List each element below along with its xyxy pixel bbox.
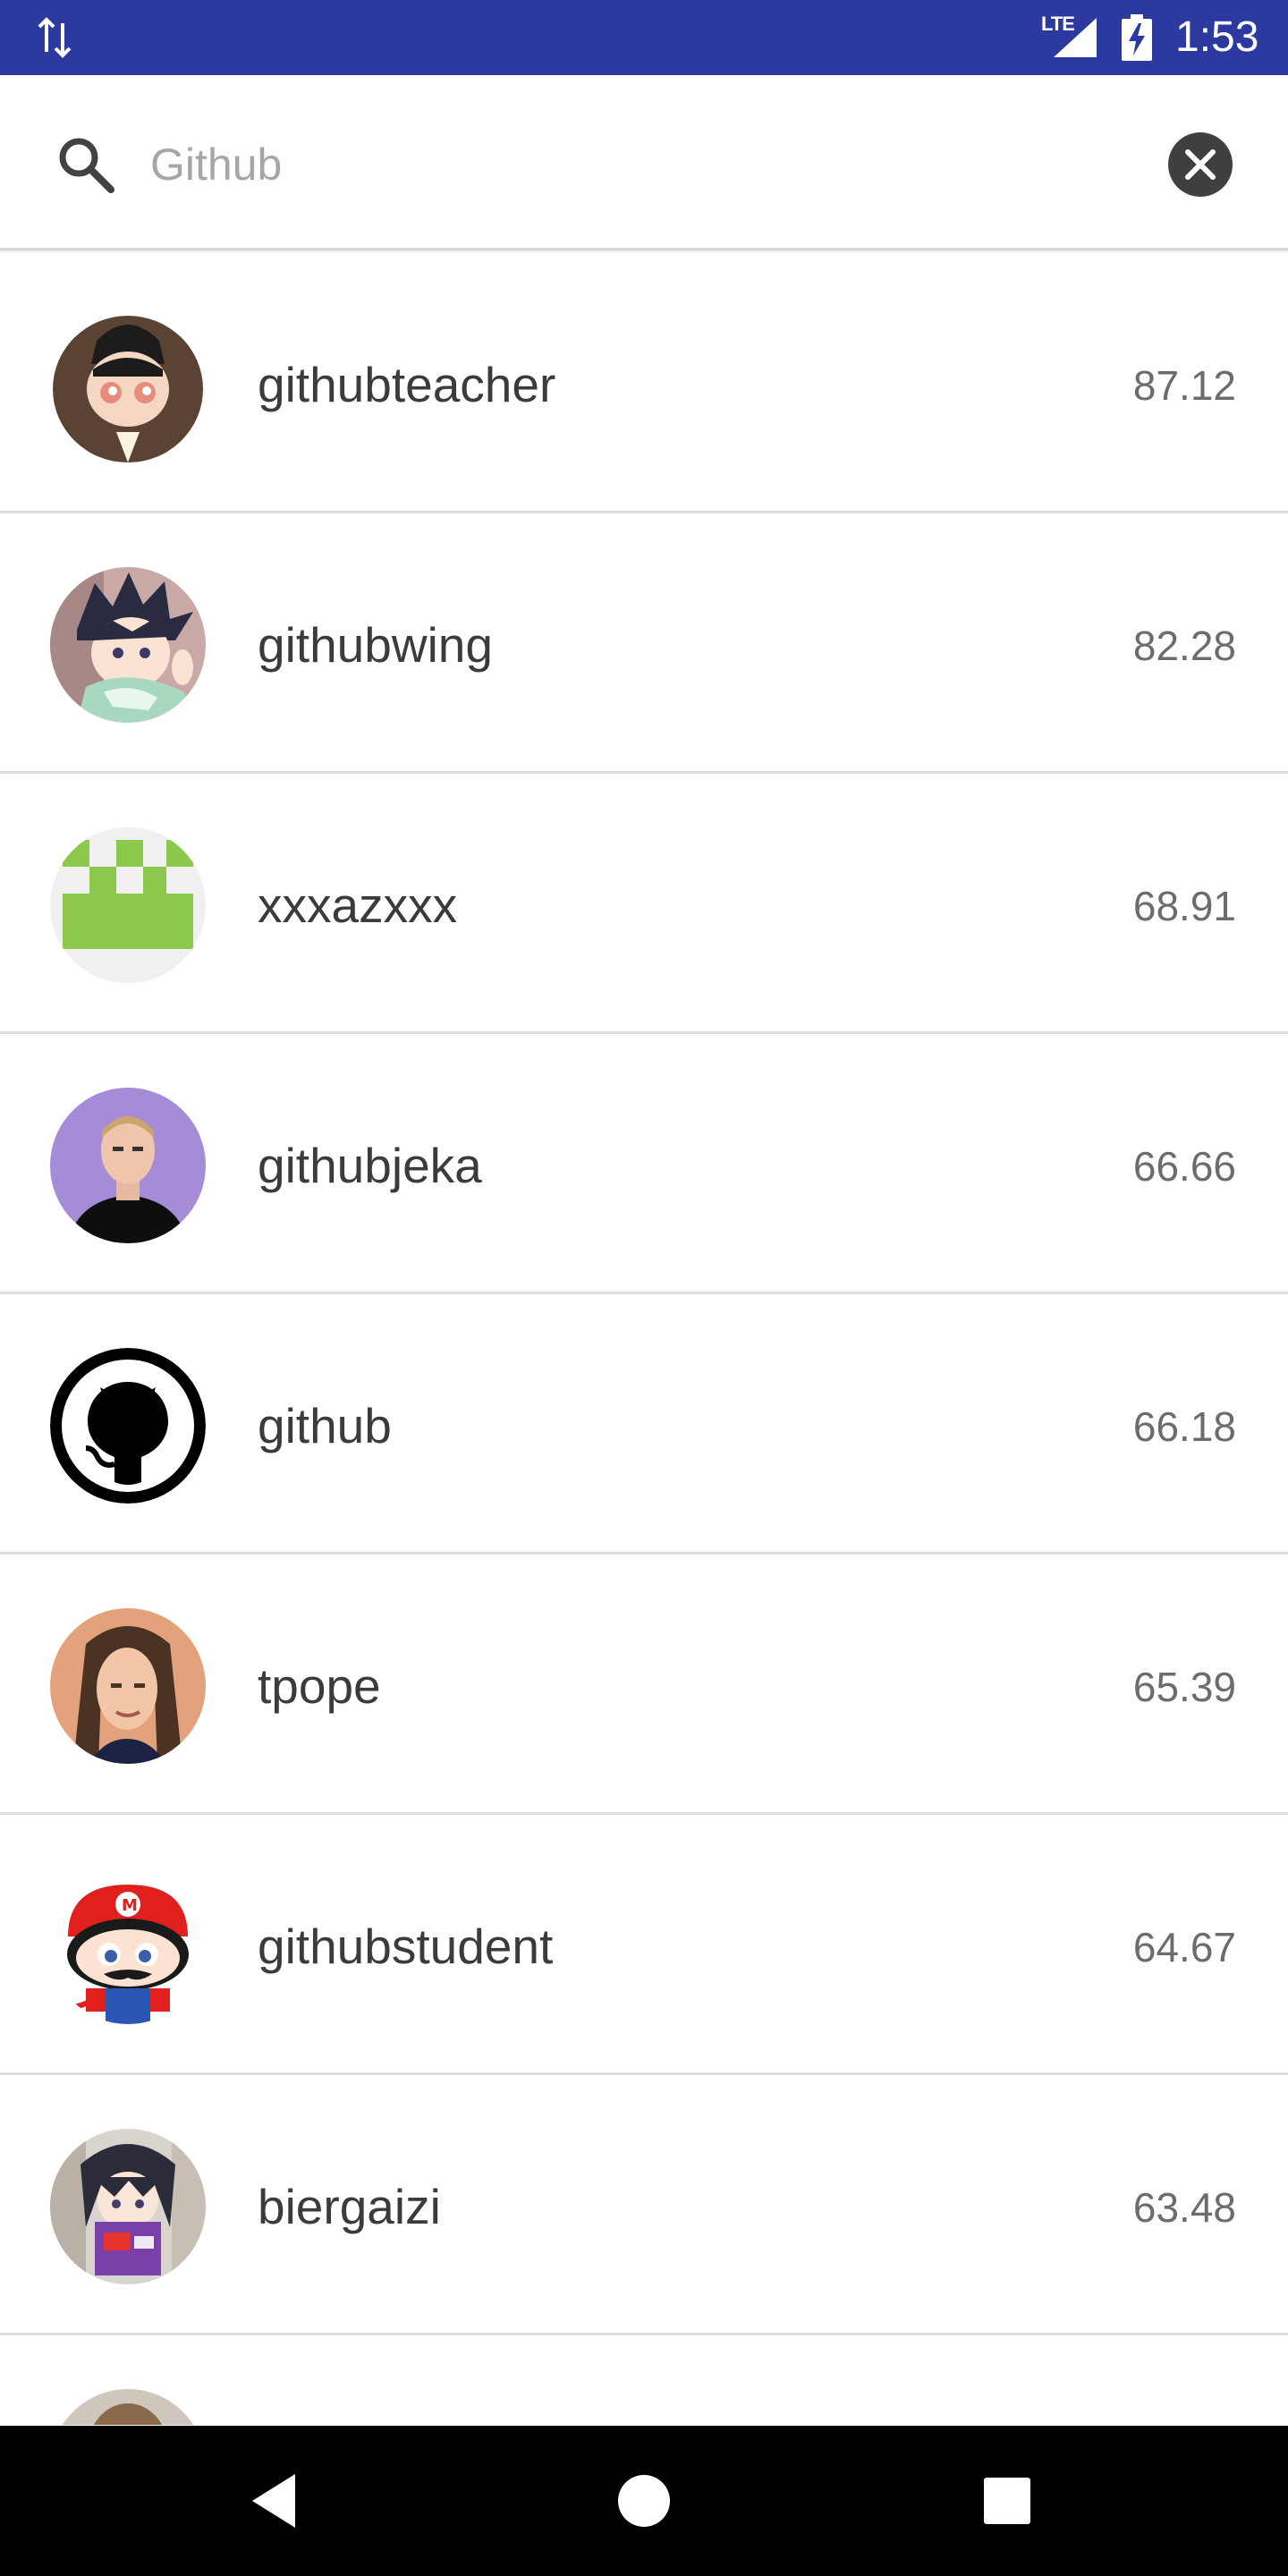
list-item[interactable]: githubwing 82.28 [0, 513, 1288, 774]
github-logo-avatar [50, 1348, 206, 1504]
username: github [258, 1398, 392, 1453]
app-screen: LTE 1:53 Github githubteacher 87.12 gith… [0, 0, 1288, 2576]
score: 63.48 [1132, 2184, 1236, 2231]
clear-icon [1185, 149, 1216, 180]
person-photo-avatar [50, 1088, 206, 1243]
list-item[interactable]: tpope 65.39 [0, 1555, 1288, 1815]
username: tpope [258, 1658, 381, 1714]
person-photo-avatar [50, 1608, 206, 1764]
list-item[interactable]: biergaizi 63.48 [0, 2075, 1288, 2335]
score: 66.66 [1132, 1143, 1236, 1190]
battery-charging-icon [1122, 14, 1152, 61]
username: githubteacher [258, 357, 556, 412]
list-item[interactable] [0, 2335, 1288, 2425]
score: 65.39 [1132, 1664, 1236, 1710]
clear-search-button[interactable] [1168, 132, 1233, 197]
back-icon [252, 2474, 295, 2528]
username: xxxazxxx [258, 877, 458, 933]
person-photo-avatar [50, 2389, 206, 2425]
octocat-mario-avatar: M [50, 1868, 206, 2024]
identicon-avatar [50, 827, 206, 983]
list-item[interactable]: M githubstudent 64.67 [0, 1815, 1288, 2075]
list-item[interactable]: github 66.18 [0, 1294, 1288, 1555]
search-input[interactable] [150, 129, 1134, 200]
octocat-teacher-avatar [50, 307, 206, 462]
svg-text:M: M [122, 1896, 138, 1915]
score: 87.12 [1132, 362, 1236, 409]
home-icon [618, 2475, 670, 2527]
clock: 1:53 [1175, 13, 1259, 61]
search-icon [59, 138, 114, 193]
list-item[interactable]: githubjeka 66.66 [0, 1034, 1288, 1294]
user-results-list: githubteacher 87.12 githubwing 82.28 xxx… [0, 253, 1288, 2425]
username: githubwing [258, 617, 493, 673]
score: 82.28 [1132, 623, 1236, 669]
username: githubjeka [258, 1138, 482, 1193]
data-activity-icon [38, 17, 72, 58]
score: 66.18 [1132, 1403, 1236, 1450]
username: biergaizi [258, 2179, 441, 2234]
signal-icon [1054, 18, 1097, 57]
search-bar [0, 75, 1288, 250]
list-item[interactable]: githubteacher 87.12 [0, 253, 1288, 513]
recents-icon [984, 2478, 1030, 2524]
home-button[interactable] [608, 2465, 680, 2537]
username: githubstudent [258, 1919, 554, 1974]
anime-character-avatar [50, 567, 206, 723]
recents-button[interactable] [971, 2465, 1043, 2537]
list-item[interactable]: xxxazxxx 68.91 [0, 774, 1288, 1034]
anime-character-avatar [50, 2129, 206, 2284]
score: 64.67 [1132, 1924, 1236, 1970]
navigation-bar [0, 2426, 1288, 2576]
back-button[interactable] [242, 2465, 313, 2537]
status-bar: LTE 1:53 [0, 0, 1288, 75]
score: 68.91 [1132, 883, 1236, 929]
